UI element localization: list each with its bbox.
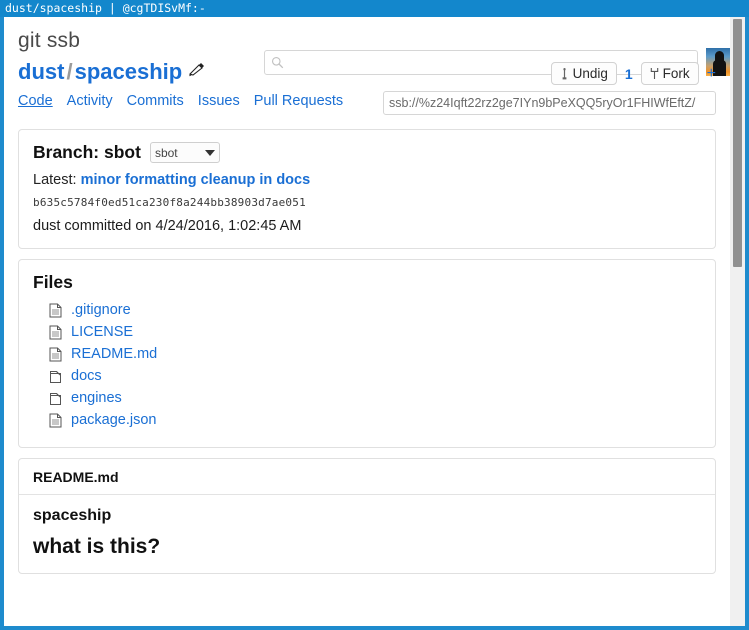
branch-panel: Branch: sbot sbot Latest: minor formatti… <box>18 129 716 249</box>
pencil-icon[interactable] <box>188 62 205 77</box>
list-item[interactable]: docs <box>33 365 701 387</box>
browser-viewport: git ssb dust/spaceship Undig 1 Fork + Co… <box>4 17 745 626</box>
window-titlebar: dust/spaceship | @cgTDISvMf:- <box>0 0 749 17</box>
list-item[interactable]: package.json <box>33 409 701 431</box>
repo-breadcrumb: dust/spaceship <box>18 59 205 85</box>
repo-header-row: dust/spaceship Undig 1 Fork + <box>4 59 730 93</box>
clone-url-box[interactable] <box>383 91 716 115</box>
page-content: git ssb dust/spaceship Undig 1 Fork + Co… <box>4 17 733 626</box>
site-title: git ssb <box>18 29 81 52</box>
tab-commits[interactable]: Commits <box>127 93 184 109</box>
file-icon <box>49 303 62 317</box>
app-window: dust/spaceship | @cgTDISvMf:- git ssb du… <box>0 0 749 630</box>
fork-label: Fork <box>662 66 690 81</box>
clone-url-input[interactable] <box>384 92 715 114</box>
file-link[interactable]: .gitignore <box>71 302 131 318</box>
dig-count: 1 <box>624 65 633 82</box>
file-icon <box>49 325 62 339</box>
readme-heading-spaceship: spaceship <box>33 507 112 524</box>
latest-commit-link[interactable]: minor formatting cleanup in docs <box>81 172 311 188</box>
branch-header: Branch: sbot sbot <box>33 142 701 163</box>
list-item[interactable]: LICENSE <box>33 321 701 343</box>
branch-select-value: sbot <box>154 145 178 160</box>
vertical-scrollbar[interactable] <box>730 17 745 626</box>
commit-meta: dust committed on 4/24/2016, 1:02:45 AM <box>33 218 302 234</box>
site-header: git ssb <box>4 17 733 76</box>
tab-issues[interactable]: Issues <box>198 93 240 109</box>
commit-hash: b635c5784f0ed51ca230f8a244bb38903d7ae051 <box>33 196 306 209</box>
tab-pull-requests[interactable]: Pull Requests <box>254 93 343 109</box>
readme-heading-what-is-this: what is this? <box>33 535 161 558</box>
list-item[interactable]: README.md <box>33 343 701 365</box>
latest-label: Latest: <box>33 172 77 188</box>
file-link[interactable]: package.json <box>71 412 156 428</box>
latest-commit-line: Latest: minor formatting cleanup in docs <box>33 172 701 188</box>
fork-button[interactable]: Fork <box>640 62 699 85</box>
breadcrumb-separator: / <box>66 59 73 84</box>
shovel-icon <box>562 67 566 79</box>
repo-owner-link[interactable]: dust <box>18 59 64 84</box>
files-panel: Files .gitignore LICENSE README.md docs … <box>18 259 716 448</box>
file-link[interactable]: README.md <box>71 346 157 362</box>
folder-icon <box>50 370 61 383</box>
branch-title: Branch: sbot <box>33 142 141 162</box>
repo-actions: Undig 1 Fork + <box>550 62 716 85</box>
repo-nav: Code Activity Commits Issues Pull Reques… <box>18 93 343 109</box>
tab-activity[interactable]: Activity <box>67 93 113 109</box>
readme-title: README.md <box>19 459 715 495</box>
readme-body: spaceship what is this? <box>19 495 715 573</box>
folder-link[interactable]: engines <box>71 390 122 406</box>
fork-icon <box>650 68 658 79</box>
folder-link[interactable]: docs <box>71 368 102 384</box>
branch-select[interactable]: sbot <box>149 142 220 163</box>
file-link[interactable]: LICENSE <box>71 324 133 340</box>
undig-button[interactable]: Undig <box>550 62 617 85</box>
readme-panel: README.md spaceship what is this? <box>18 458 716 574</box>
files-title: Files <box>33 272 73 292</box>
repo-name-link[interactable]: spaceship <box>75 59 183 84</box>
folder-icon <box>50 392 61 405</box>
undig-label: Undig <box>572 66 608 81</box>
repo-nav-row: Code Activity Commits Issues Pull Reques… <box>4 91 730 123</box>
tab-code[interactable]: Code <box>18 93 53 109</box>
file-icon <box>49 413 62 427</box>
chevron-down-icon <box>204 149 215 156</box>
scrollbar-thumb[interactable] <box>733 19 742 267</box>
add-button[interactable]: + <box>705 65 716 83</box>
file-icon <box>49 347 62 361</box>
list-item[interactable]: engines <box>33 387 701 409</box>
list-item[interactable]: .gitignore <box>33 299 701 321</box>
